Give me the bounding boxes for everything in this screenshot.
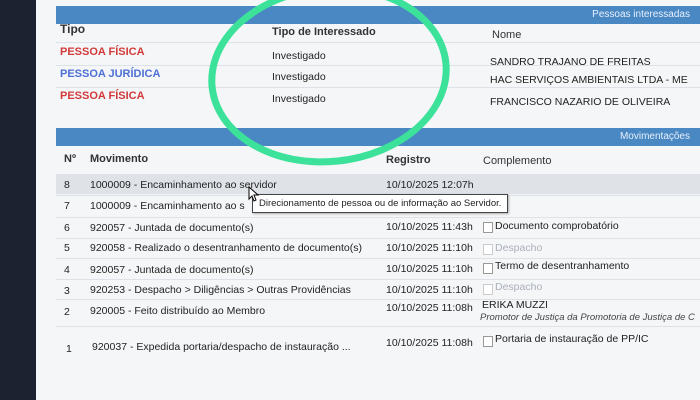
registro-date: 10/10/2025 11:43h <box>386 221 473 233</box>
complemento-link[interactable]: Termo de desentranhamento <box>495 260 629 272</box>
header-nome: Nome <box>492 29 522 41</box>
registro-date: 10/10/2025 12:07h <box>386 179 474 191</box>
divider <box>56 238 700 239</box>
membro-name: ERIKA MUZZI <box>482 299 548 311</box>
header-tipo: Tipo <box>60 22 86 36</box>
divider <box>56 299 700 300</box>
registro-date: 10/10/2025 11:10h <box>386 284 473 296</box>
row-num: 5 <box>64 242 70 254</box>
document-icon <box>483 244 493 255</box>
divider <box>56 217 700 218</box>
row-num: 6 <box>64 222 70 234</box>
nome-interessado: SANDRO TRAJANO DE FREITAS <box>490 56 651 68</box>
movimento-link[interactable]: 920005 - Feito distribuído ao Membro <box>90 305 265 317</box>
complemento-text: Despacho <box>495 281 543 293</box>
nome-interessado: FRANCISCO NAZARIO DE OLIVEIRA <box>490 96 671 108</box>
registro-date: 10/10/2025 11:10h <box>386 242 473 254</box>
document-icon[interactable] <box>483 222 493 233</box>
tooltip: Direcionamento de pessoa ou de informaçã… <box>252 194 509 213</box>
complemento-link[interactable]: Portaria de instauração de PP/IC <box>495 333 649 345</box>
complemento-link[interactable]: Documento comprobatório <box>495 220 619 232</box>
row-num: 4 <box>64 264 70 276</box>
row-num: 1 <box>66 343 72 355</box>
tipo-pessoa: PESSOA FÍSICA <box>60 90 145 102</box>
movimento-link[interactable]: 920057 - Juntada de documento(s) <box>90 222 253 234</box>
nome-interessado: HAC SERVIÇOS AMBIENTAIS LTDA - ME <box>490 74 688 86</box>
divider <box>56 326 700 327</box>
divider <box>56 279 700 280</box>
movimento-link[interactable]: 920253 - Despacho > Diligências > Outras… <box>90 284 351 296</box>
header-movimento: Movimento <box>90 153 149 165</box>
registro-date: 10/10/2025 11:10h <box>386 263 473 275</box>
row-num: 8 <box>64 179 70 191</box>
row-num: 7 <box>64 200 70 212</box>
tipo-pessoa: PESSOA JURÍDICA <box>60 68 161 80</box>
movimento-link[interactable]: 920057 - Juntada de documento(s) <box>90 264 253 276</box>
document-icon[interactable] <box>483 336 493 347</box>
screen: Pessoas interessadas Tipo Tipo de Intere… <box>36 0 700 400</box>
membro-cargo: Promotor de Justiça da Promotoria de Jus… <box>480 312 695 323</box>
registro-date: 10/10/2025 11:08h <box>386 337 473 349</box>
tipo-pessoa: PESSOA FÍSICA <box>60 46 145 58</box>
movimento-link[interactable]: 1000009 - Encaminhamento ao s <box>90 200 245 212</box>
document-icon[interactable] <box>483 263 493 274</box>
registro-date: 10/10/2025 11:08h <box>386 302 473 314</box>
row-num: 2 <box>64 306 70 318</box>
document-icon <box>483 284 493 295</box>
divider <box>56 258 700 259</box>
highlight-circle-annotation <box>199 0 459 178</box>
movimento-link[interactable]: 920037 - Expedida portaria/despacho de i… <box>92 341 351 353</box>
row-num: 3 <box>64 285 70 297</box>
header-complemento: Complemento <box>483 155 552 167</box>
header-registro: Registro <box>386 154 431 166</box>
mouse-cursor-icon <box>248 186 260 202</box>
header-num: Nº <box>64 153 76 165</box>
complemento-text: Despacho <box>495 242 543 254</box>
movimento-link[interactable]: 920058 - Realizado o desentranhamento de… <box>90 242 362 254</box>
